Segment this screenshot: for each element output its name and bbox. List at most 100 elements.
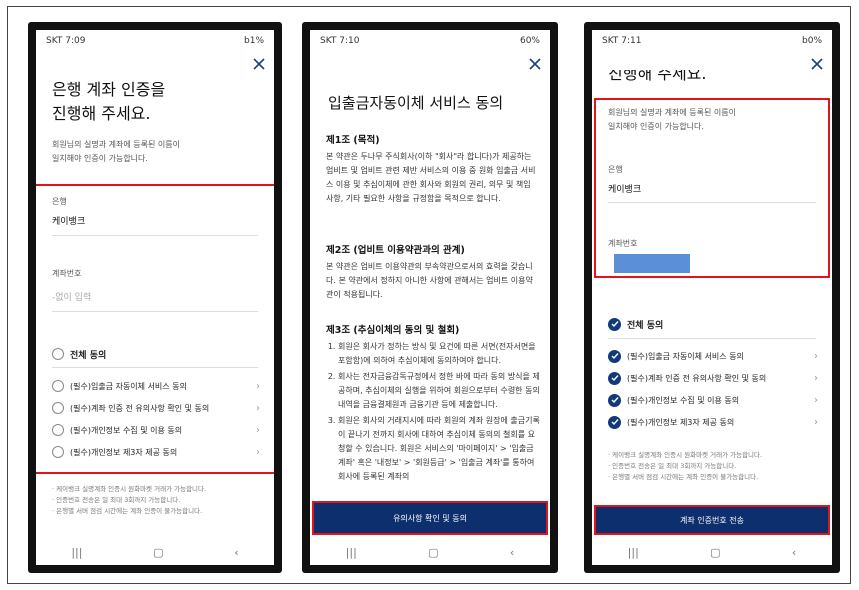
recents-icon[interactable]: ||| — [71, 546, 82, 559]
bank-select[interactable]: 케이뱅크 — [52, 214, 85, 227]
phone-3: SKT 7:11 b0% 진행해 주세요. 회원님의 실명과 계좌에 등록된 이… — [584, 22, 840, 573]
checked-icon — [608, 415, 621, 429]
account-input[interactable]: -없이 입력 — [52, 290, 91, 303]
notice-item: · 케이뱅크 실명계좌 인증시 원화마켓 거래가 가능합니다. — [608, 451, 763, 459]
agreement-item[interactable]: (필수)개인정보 제3자 제공 동의 › — [52, 444, 260, 460]
terms-article-3: 제3조 (추심이체의 동의 및 철회) 회원은 회사가 정하는 방식 및 요건에… — [326, 324, 540, 486]
agree-all-checkbox[interactable]: 전체 동의 — [52, 346, 260, 362]
terms-article-1: 제1조 (목적) 본 약관은 두나무 주식회사(이하 "회사"라 합니다)가 제… — [326, 134, 540, 206]
agreement-item[interactable]: (필수)계좌 인증 전 유의사항 확인 및 동의 › — [52, 400, 260, 416]
notice-list: · 케이뱅크 실명계좌 인증시 원화마켓 거래가 가능합니다. · 인증번호 전… — [52, 484, 264, 517]
article-heading: 제2조 (업비트 이용약관과의 관계) — [326, 245, 465, 256]
back-icon[interactable]: ‹ — [792, 546, 796, 559]
back-icon[interactable]: ‹ — [234, 546, 238, 559]
agreement-label: (필수)계좌 인증 전 유의사항 확인 및 동의 — [70, 403, 210, 413]
checkbox-icon — [52, 402, 64, 414]
agreement-item[interactable]: (필수)계좌 인증 전 유의사항 확인 및 동의 › — [608, 370, 818, 386]
agreement-label: (필수)개인정보 제3자 제공 동의 — [70, 447, 178, 457]
description: 회원님의 실명과 계좌에 등록된 이름이 일치해야 인증이 가능합니다. — [52, 140, 180, 163]
recents-icon[interactable]: ||| — [628, 546, 639, 559]
confirm-agree-button[interactable]: 유의사항 확인 및 동의 — [312, 501, 548, 535]
agree-all-label: 전체 동의 — [70, 350, 107, 361]
divider — [52, 235, 258, 236]
close-icon[interactable] — [810, 56, 824, 70]
recents-icon[interactable]: ||| — [346, 546, 357, 559]
chevron-right-icon[interactable]: › — [256, 425, 260, 436]
divider — [52, 367, 258, 368]
article-item: 회원은 회사가 정하는 방식 및 요건에 따른 서면(전자서면을 포함함)에 의… — [338, 340, 540, 368]
chevron-right-icon[interactable]: › — [814, 395, 818, 406]
notice-list: · 케이뱅크 실명계좌 인증시 원화마켓 거래가 가능합니다. · 인증번호 전… — [608, 450, 822, 483]
agreement-label: (필수)개인정보 수집 및 이용 동의 — [70, 425, 183, 435]
masked-account-input[interactable] — [614, 254, 690, 273]
checked-icon — [608, 349, 621, 363]
article-heading: 제3조 (추심이체의 동의 및 철회) — [326, 325, 460, 336]
phone-1: SKT 7:09 b1% 은행 계좌 인증을 진행해 주세요. 회원님의 실명과… — [28, 22, 282, 573]
divider — [608, 338, 816, 339]
notice-item: · 은행별 서버 점검 시간에는 계좌 인증이 불가능합니다. — [52, 507, 203, 515]
close-icon[interactable] — [252, 56, 266, 70]
back-icon[interactable]: ‹ — [510, 546, 514, 559]
chevron-right-icon[interactable]: › — [814, 373, 818, 384]
page-title: 입출금자동이체 서비스 동의 — [328, 94, 504, 112]
agreement-item[interactable]: (필수)개인정보 수집 및 이용 동의 › — [52, 422, 260, 438]
chevron-right-icon[interactable]: › — [814, 417, 818, 428]
send-verification-button[interactable]: 계좌 인증번호 전송 — [594, 505, 830, 535]
account-label: 계좌번호 — [608, 239, 638, 248]
agreement-item[interactable]: (필수)입출금 자동이체 서비스 동의 › — [608, 348, 818, 364]
chevron-right-icon[interactable]: › — [256, 381, 260, 392]
battery-level: b0% — [802, 36, 822, 46]
description: 회원님의 실명과 계좌에 등록된 이름이 일치해야 인증이 가능합니다. — [608, 108, 736, 131]
agreement-item[interactable]: (필수)입출금 자동이체 서비스 동의 › — [52, 378, 260, 394]
close-icon[interactable] — [528, 56, 542, 70]
checked-icon — [608, 371, 621, 385]
home-icon[interactable]: ▢ — [428, 546, 438, 559]
battery-level: 60% — [519, 36, 540, 46]
agreement-label: (필수)입출금 자동이체 서비스 동의 — [70, 381, 187, 391]
article-body: 본 약관은 업비트 이용약관의 부속약관으로서의 효력을 갖습니다. 본 약관에… — [326, 262, 533, 299]
bank-label: 은행 — [608, 165, 623, 174]
agreement-label: (필수)입출금 자동이체 서비스 동의 — [627, 351, 744, 361]
battery-level: b1% — [244, 36, 264, 46]
agreement-label: (필수)개인정보 수집 및 이용 동의 — [627, 395, 740, 405]
nav-bar: ||| ▢ ‹ — [310, 539, 550, 565]
page-title-partial: 진행해 주세요. — [608, 70, 707, 83]
article-item: 회사는 전자금융감독규정에서 정한 바에 따라 동의 방식을 제공하며, 추심이… — [338, 370, 540, 412]
article-heading: 제1조 (목적) — [326, 135, 380, 146]
agreement-label: (필수)계좌 인증 전 유의사항 확인 및 동의 — [627, 373, 767, 383]
notice-item: · 인증번호 전송은 일 최대 3회까지 가능합니다. — [52, 496, 181, 504]
notice-item: · 인증번호 전송은 일 최대 3회까지 가능합니다. — [608, 462, 737, 470]
status-bar: SKT 7:11 b0% — [592, 30, 832, 52]
agree-all-checkbox[interactable]: 전체 동의 — [608, 316, 818, 332]
checkbox-icon — [52, 380, 64, 392]
screen-2: SKT 7:10 60% 입출금자동이체 서비스 동의 제1조 (목적) 본 약… — [310, 30, 550, 565]
notice-item: · 은행별 서버 점검 시간에는 계좌 인증이 불가능합니다. — [608, 473, 759, 481]
phone-2: SKT 7:10 60% 입출금자동이체 서비스 동의 제1조 (목적) 본 약… — [302, 22, 558, 573]
checkbox-icon — [52, 348, 64, 360]
account-label: 계좌번호 — [52, 269, 82, 278]
chevron-right-icon[interactable]: › — [814, 351, 818, 362]
home-icon[interactable]: ▢ — [710, 546, 720, 559]
agreement-item[interactable]: (필수)개인정보 제3자 제공 동의 › — [608, 414, 818, 430]
checkbox-icon — [52, 424, 64, 436]
divider — [608, 202, 816, 203]
bank-select[interactable]: 케이뱅크 — [608, 182, 641, 195]
screen-1: SKT 7:09 b1% 은행 계좌 인증을 진행해 주세요. 회원님의 실명과… — [36, 30, 274, 565]
agreement-item[interactable]: (필수)개인정보 수집 및 이용 동의 › — [608, 392, 818, 408]
checked-icon — [608, 393, 621, 407]
terms-article-2: 제2조 (업비트 이용약관과의 관계) 본 약관은 업비트 이용약관의 부속약관… — [326, 244, 540, 302]
article-item: 회원은 회사의 거래지시에 따라 회원의 계좌 원장에 출금기록이 끝나기 전까… — [338, 414, 540, 484]
page-title-line1: 은행 계좌 인증을 — [52, 80, 166, 99]
status-time: SKT 7:11 — [602, 36, 642, 46]
article-body: 본 약관은 두나무 주식회사(이하 "회사"라 합니다)가 제공하는 업비트 및… — [326, 152, 536, 203]
chevron-right-icon[interactable]: › — [256, 403, 260, 414]
chevron-right-icon[interactable]: › — [256, 447, 260, 458]
agreement-label: (필수)개인정보 제3자 제공 동의 — [627, 417, 735, 427]
checkbox-icon — [52, 446, 64, 458]
agree-all-label: 전체 동의 — [627, 320, 664, 331]
page-title-line2: 진행해 주세요. — [52, 104, 151, 123]
checked-icon — [608, 317, 621, 331]
status-bar: SKT 7:09 b1% — [36, 30, 274, 52]
status-time: SKT 7:09 — [46, 36, 86, 46]
home-icon[interactable]: ▢ — [153, 546, 163, 559]
